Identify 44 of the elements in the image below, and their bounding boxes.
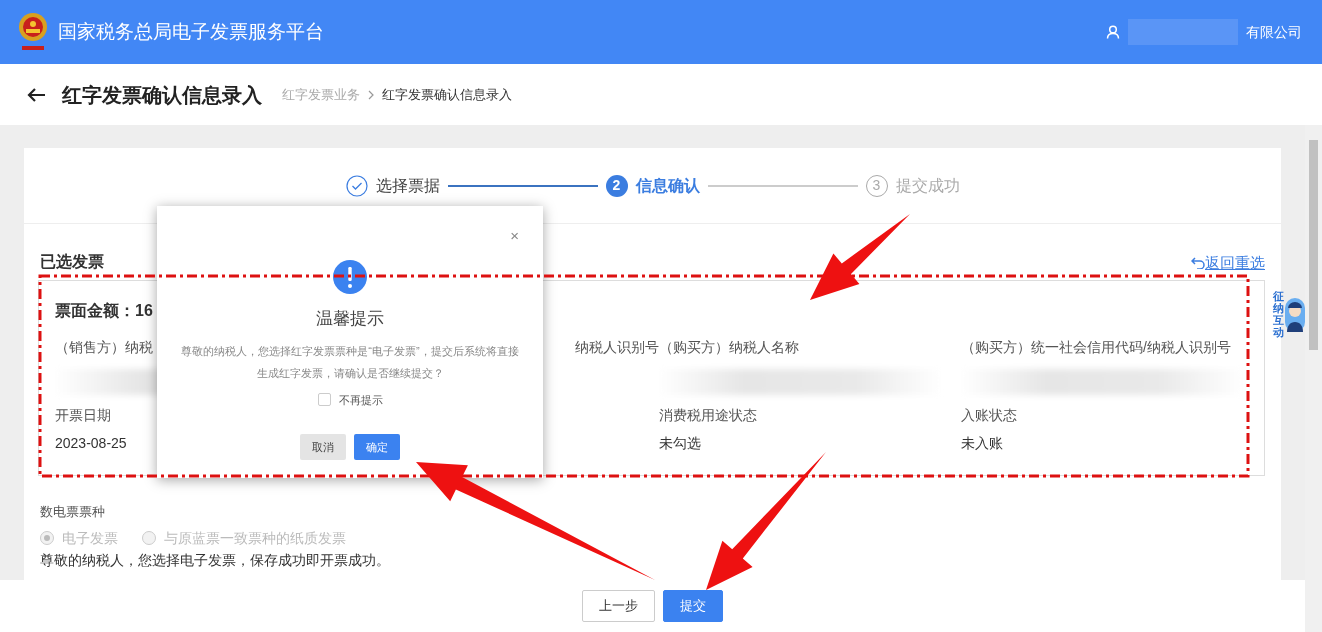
user-name[interactable]: 有限公司 [1246,21,1302,43]
user-icon [1106,25,1120,39]
return-icon [1191,256,1205,269]
checkbox-option[interactable]: 不再提示 [317,391,383,408]
field-label: 开票日期 [55,407,111,423]
site-title: 国家税务总局电子发票服务平台 [58,19,324,44]
cancel-button[interactable]: 取消 [300,434,346,460]
field-label: 纳税人识别号 [575,339,659,355]
assistant-widget[interactable]: 征纳互动 [1273,290,1305,340]
breadcrumb-item[interactable]: 红字发票业务 [282,84,360,105]
warning-icon [333,260,367,294]
step-number: 2 [605,174,628,197]
field-value: 未入账 [961,435,1003,451]
page-title: 红字发票确认信息录入 [62,82,262,108]
radio-label: 电子发票 [62,528,118,548]
close-button[interactable]: × [510,228,519,243]
step-label: 选择票据 [375,175,440,196]
section-title: 已选发票 [40,252,104,272]
reselect-link[interactable]: 返回重选 [1191,251,1265,274]
field-label: 入账状态 [961,407,1017,423]
step-label: 信息确认 [635,175,700,196]
chevron-icon [368,89,374,100]
emblem-icon [16,11,50,53]
field-label: （购买方）纳税人名称 [659,339,799,355]
scrollbar-thumb[interactable] [1309,140,1318,350]
step-label: 提交成功 [895,175,960,196]
field-value: 未勾选 [659,435,701,451]
back-arrow-icon[interactable] [26,86,46,103]
breadcrumb-item: 红字发票确认信息录入 [382,85,512,104]
dialog-message: 尊敬的纳税人，您选择红字发票票种是“电子发票”，提交后系统将直接生成红字发票，请确认是否继续提交？ [180,343,520,381]
field-label: 数电票票种 [40,504,105,519]
field-value: 2023-08-25 [55,435,127,451]
note-text: 尊敬的纳税人，您选择电子发票，保存成功即开票成功。 [40,552,390,569]
scrollbar[interactable] [1305,125,1322,632]
field-label: （销售方）纳税 [55,339,153,355]
assistant-label: 征纳互动 [1273,290,1284,339]
field-label: （购买方）统一社会信用代码/纳税人识别号 [961,339,1231,355]
confirm-button[interactable]: 确定 [354,434,400,460]
submit-button[interactable]: 提交 [663,590,723,622]
radio-label: 与原蓝票一致票种的纸质发票 [164,528,346,548]
field-label: 消费税用途状态 [659,407,757,423]
amount-text: 票面金额：16 [55,302,153,319]
dialog-title: 温馨提示 [316,308,384,330]
previous-button[interactable]: 上一步 [582,590,655,622]
